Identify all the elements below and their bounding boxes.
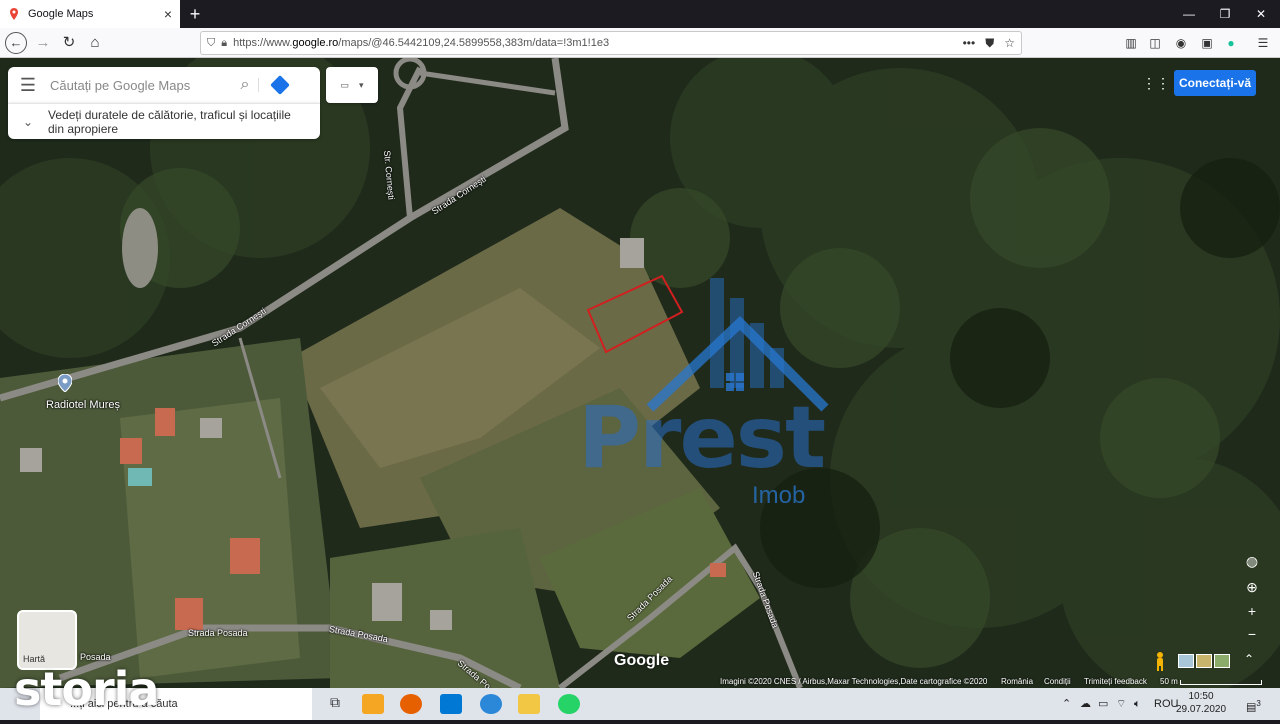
network-icon[interactable]: ⌔ xyxy=(1116,688,1126,720)
globe-icon[interactable]: ◍ xyxy=(1240,550,1264,572)
directions-button[interactable] xyxy=(258,75,301,95)
windows-taskbar: ...ți aici pentru a căuta ⧉ ⌃ ☁ ▭ ⌔ 🔈︎ R… xyxy=(0,688,1280,720)
directions-icon xyxy=(270,75,290,95)
pegman-icon[interactable] xyxy=(1152,651,1168,671)
clock-date: 29.07.2020 xyxy=(1176,704,1227,715)
url-prefix: https://www. xyxy=(233,37,293,49)
search-icon[interactable]: ⌕ xyxy=(232,76,258,94)
lock-icon[interactable]: 🔒︎ xyxy=(221,37,227,50)
tray-chevron-icon[interactable]: ⌃ xyxy=(1062,688,1071,720)
thumbnail[interactable] xyxy=(1178,654,1194,668)
scale-bar xyxy=(1180,680,1262,685)
map-canvas[interactable]: Str. Cornești Strada Cornești Strada Cor… xyxy=(0,58,1280,688)
location-pin-icon[interactable] xyxy=(58,374,72,392)
thumbnail[interactable] xyxy=(1196,654,1212,668)
extension-icon[interactable]: ▣ xyxy=(1198,34,1216,52)
store-icon[interactable] xyxy=(362,694,384,714)
url-path: /maps/@46.5442109,24.5899558,383m/data=!… xyxy=(338,37,610,49)
chevron-down-icon[interactable]: ⌄ xyxy=(8,115,48,129)
map-credits: Imagini ©2020 CNES / Airbus,Maxar Techno… xyxy=(0,676,1280,688)
terms-link[interactable]: Condiții xyxy=(1044,677,1071,686)
explore-nearby-text: Vedeți duratele de călătorie, traficul ș… xyxy=(48,107,291,136)
feedback-link[interactable]: Trimiteți feedback xyxy=(1084,677,1147,686)
url-bar[interactable]: ⛉ 🔒︎ https://www. google.ro/maps/@46.5442… xyxy=(200,31,1022,55)
tab-close-icon[interactable]: × xyxy=(164,6,172,22)
road-label: Posada xyxy=(80,652,111,662)
home-button[interactable]: ⌂ xyxy=(84,32,106,54)
onedrive-icon[interactable]: ☁ xyxy=(1080,688,1091,720)
zoom-out-button[interactable]: − xyxy=(1240,623,1264,645)
zoom-in-button[interactable]: + xyxy=(1240,600,1264,622)
task-view-icon[interactable]: ⧉ xyxy=(324,694,346,714)
file-explorer-icon[interactable] xyxy=(518,694,540,714)
tab-google-maps[interactable]: Google Maps × xyxy=(0,0,180,28)
reload-button[interactable]: ↻ xyxy=(58,32,80,54)
library-icon[interactable]: ▥ xyxy=(1122,34,1140,52)
notification-count: 3 xyxy=(1256,699,1261,708)
sign-in-button[interactable]: Conectați-vă xyxy=(1174,70,1256,96)
chevron-down-icon: ▾ xyxy=(358,79,364,90)
imagery-thumbnails[interactable] xyxy=(1178,654,1230,668)
watermark-brand: Prest xyxy=(578,388,826,488)
map-type-toggle[interactable]: Hartă xyxy=(17,610,77,670)
google-maps-favicon-icon xyxy=(10,8,18,20)
clock[interactable]: 10:50 29.07.2020 xyxy=(1176,690,1226,716)
tab-strip: Google Maps × + — ❐ ✕ xyxy=(0,0,1280,28)
storia-watermark: storia xyxy=(14,662,159,716)
menu-icon[interactable]: ☰ xyxy=(8,75,48,96)
firefox-icon[interactable] xyxy=(400,694,422,714)
battery-icon[interactable]: ▭ xyxy=(1098,688,1108,720)
forward-button[interactable]: → xyxy=(32,32,54,54)
whatsapp-icon[interactable] xyxy=(558,694,580,714)
maximize-button[interactable]: ❐ xyxy=(1208,0,1242,28)
close-window-button[interactable]: ✕ xyxy=(1244,0,1278,28)
maps-search-box: ☰ ⌕ xyxy=(8,67,320,103)
explore-nearby-bar[interactable]: ⌄ Vedeți duratele de călătorie, traficul… xyxy=(8,103,320,139)
edge-icon[interactable] xyxy=(480,694,502,714)
new-tab-button[interactable]: + xyxy=(184,3,206,25)
account-icon[interactable]: ◉ xyxy=(1172,34,1190,52)
url-domain: google.ro xyxy=(292,37,339,49)
scale-label: 50 m xyxy=(1160,677,1178,686)
google-apps-icon[interactable]: ⋮⋮⋮ xyxy=(1142,76,1184,90)
my-location-icon[interactable]: ⊕ xyxy=(1240,576,1264,598)
country-link[interactable]: România xyxy=(1001,677,1033,686)
road-label: Strada Posada xyxy=(188,628,248,638)
navigation-toolbar: ← → ↻ ⌂ ⛉ 🔒︎ https://www. google.ro/maps/… xyxy=(0,28,1280,58)
language-indicator[interactable]: ROU xyxy=(1154,688,1178,720)
mail-icon[interactable] xyxy=(440,694,462,714)
keyboard-icon: ▭ xyxy=(340,79,349,90)
tab-title: Google Maps xyxy=(28,8,94,20)
shield-icon[interactable]: ⛉ xyxy=(207,37,215,50)
minimize-button[interactable]: — xyxy=(1172,0,1206,28)
watermark-sub: Imob xyxy=(752,482,806,509)
search-input[interactable] xyxy=(48,76,232,94)
input-tools-button[interactable]: ▭ ▾ xyxy=(326,67,378,103)
page-actions-icon[interactable]: ••• xyxy=(963,36,976,51)
grammarly-icon[interactable]: ● xyxy=(1222,34,1240,52)
hamburger-menu-icon[interactable]: ☰ xyxy=(1254,34,1272,52)
back-button[interactable]: ← xyxy=(5,32,27,54)
thumbnail[interactable] xyxy=(1214,654,1230,668)
google-logo: Google xyxy=(614,652,670,669)
sidebar-icon[interactable]: ◫ xyxy=(1146,34,1164,52)
expand-icon[interactable]: ⌃ xyxy=(1244,652,1254,666)
imagery-credit: Imagini ©2020 CNES / Airbus,Maxar Techno… xyxy=(720,677,988,686)
clock-time: 10:50 xyxy=(1188,691,1214,702)
bookmark-star-icon[interactable]: ☆ xyxy=(1004,36,1015,51)
poi-label[interactable]: Radiotel Mureș xyxy=(46,399,120,411)
pocket-icon[interactable]: ⛊ xyxy=(985,36,994,51)
notifications-icon[interactable]: ▤3 xyxy=(1246,688,1261,720)
volume-icon[interactable]: 🔈︎ xyxy=(1134,688,1141,720)
